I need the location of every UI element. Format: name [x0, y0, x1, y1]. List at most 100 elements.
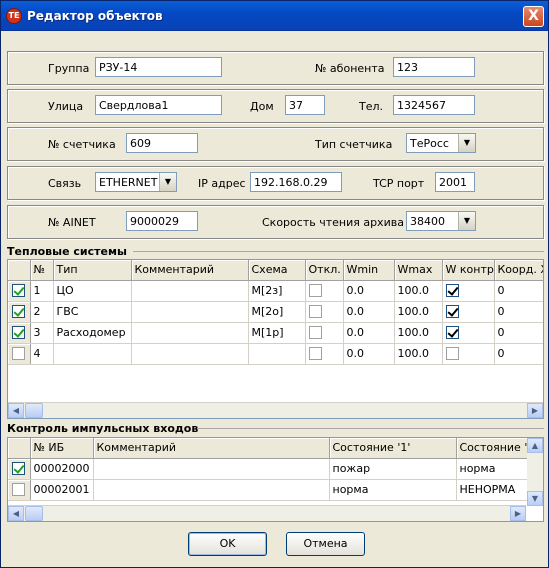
- row-select-cell[interactable]: [8, 458, 31, 480]
- table-row[interactable]: 00002001 норма НЕНОРМА: [8, 479, 529, 501]
- row-select-cell[interactable]: [8, 301, 31, 323]
- wmax-cell[interactable]: 100.0: [394, 280, 443, 302]
- scheme-cell[interactable]: M[1р]: [248, 322, 306, 344]
- scroll-left-icon[interactable]: ◀: [8, 403, 24, 418]
- wmin-cell[interactable]: 0.0: [343, 322, 395, 344]
- row-select-checkbox[interactable]: [12, 462, 26, 476]
- scroll-up-icon[interactable]: ▲: [527, 438, 543, 453]
- column-header[interactable]: Состояние '0': [456, 438, 529, 459]
- column-header[interactable]: Комментарий: [93, 438, 330, 459]
- coord-cell[interactable]: 0: [494, 280, 543, 302]
- scroll-down-icon[interactable]: ▼: [527, 491, 543, 506]
- chevron-down-icon[interactable]: ▼: [159, 173, 176, 191]
- street-input[interactable]: Свердлова1: [95, 95, 222, 115]
- table-row[interactable]: 2 ГВС M[2о] 0.0 100.0 0: [8, 301, 543, 323]
- chevron-down-icon[interactable]: ▼: [458, 212, 475, 230]
- type-cell[interactable]: ГВС: [53, 301, 132, 323]
- title-bar[interactable]: TE Редактор объектов X: [1, 1, 548, 31]
- row-select-checkbox[interactable]: [12, 347, 26, 361]
- off-cell[interactable]: [305, 343, 344, 365]
- wctrl-cell[interactable]: [442, 280, 495, 302]
- ok-button[interactable]: OK: [188, 532, 267, 556]
- scroll-left-icon[interactable]: ◀: [8, 506, 24, 521]
- chevron-down-icon[interactable]: ▼: [458, 134, 475, 152]
- comment-cell[interactable]: [93, 479, 330, 501]
- wmin-cell[interactable]: 0.0: [343, 280, 395, 302]
- state1-cell[interactable]: норма: [329, 479, 457, 501]
- state0-cell[interactable]: норма: [456, 458, 529, 480]
- comment-cell[interactable]: [131, 343, 249, 365]
- heat-horizontal-scrollbar[interactable]: ◀ ▶: [8, 402, 543, 418]
- row-select-cell[interactable]: [8, 280, 31, 302]
- coord-cell[interactable]: 0: [494, 322, 543, 344]
- wmax-cell[interactable]: 100.0: [394, 322, 443, 344]
- comment-cell[interactable]: [131, 280, 249, 302]
- column-header[interactable]: Коорд. X: [494, 260, 543, 281]
- off-checkbox[interactable]: [308, 326, 322, 340]
- column-header[interactable]: Схема: [248, 260, 306, 281]
- comment-cell[interactable]: [93, 458, 330, 480]
- pulse-horizontal-scrollbar[interactable]: ◀ ▶: [8, 505, 526, 521]
- state1-cell[interactable]: пожар: [329, 458, 457, 480]
- scroll-thumb[interactable]: [25, 506, 43, 521]
- coord-cell[interactable]: 0: [494, 343, 543, 365]
- scroll-right-icon[interactable]: ▶: [510, 506, 526, 521]
- wctrl-checkbox[interactable]: [445, 326, 459, 340]
- table-row[interactable]: 3 Расходомер M[1р] 0.0 100.0 0: [8, 322, 543, 344]
- column-header[interactable]: W контр.: [442, 260, 495, 281]
- heat-systems-grid[interactable]: № Тип Комментарий Схема Откл. Wmin Wmax …: [7, 259, 544, 419]
- wmin-cell[interactable]: 0.0: [343, 301, 395, 323]
- wctrl-cell[interactable]: [442, 322, 495, 344]
- wctrl-checkbox[interactable]: [445, 347, 459, 361]
- off-cell[interactable]: [305, 280, 344, 302]
- meter-number-input[interactable]: 609: [126, 133, 198, 153]
- ainet-input[interactable]: 9000029: [126, 211, 198, 231]
- ip-input[interactable]: 192.168.0.29: [250, 172, 342, 192]
- column-header[interactable]: Комментарий: [131, 260, 249, 281]
- wctrl-checkbox[interactable]: [445, 284, 459, 298]
- row-select-cell[interactable]: [8, 322, 31, 344]
- column-header[interactable]: Откл.: [305, 260, 344, 281]
- off-checkbox[interactable]: [308, 284, 322, 298]
- wctrl-checkbox[interactable]: [445, 305, 459, 319]
- column-header[interactable]: Состояние '1': [329, 438, 457, 459]
- row-select-checkbox[interactable]: [12, 326, 26, 340]
- off-cell[interactable]: [305, 322, 344, 344]
- wctrl-cell[interactable]: [442, 301, 495, 323]
- table-row[interactable]: 4 0.0 100.0 0: [8, 343, 543, 365]
- scroll-right-icon[interactable]: ▶: [527, 403, 543, 418]
- group-input[interactable]: РЗУ-14: [95, 57, 222, 77]
- column-header[interactable]: Wmin: [343, 260, 395, 281]
- row-select-checkbox[interactable]: [12, 284, 26, 298]
- archive-speed-select[interactable]: 38400 ▼: [406, 211, 476, 231]
- column-header[interactable]: Wmax: [394, 260, 443, 281]
- subscriber-input[interactable]: 123: [393, 57, 475, 77]
- comment-cell[interactable]: [131, 322, 249, 344]
- wmax-cell[interactable]: 100.0: [394, 301, 443, 323]
- scheme-cell[interactable]: M[2з]: [248, 280, 306, 302]
- pulse-vertical-scrollbar[interactable]: ▲ ▼: [527, 438, 543, 506]
- coord-cell[interactable]: 0: [494, 301, 543, 323]
- off-checkbox[interactable]: [308, 305, 322, 319]
- meter-type-select[interactable]: ТеРосс ▼: [406, 133, 476, 153]
- house-input[interactable]: 37: [285, 95, 325, 115]
- tcp-port-input[interactable]: 2001: [435, 172, 475, 192]
- row-select-cell[interactable]: [8, 479, 31, 501]
- cancel-button[interactable]: Отмена: [286, 532, 365, 556]
- scroll-thumb[interactable]: [25, 403, 43, 418]
- row-select-checkbox[interactable]: [12, 483, 26, 497]
- table-row[interactable]: 1 ЦО M[2з] 0.0 100.0 0: [8, 280, 543, 302]
- row-select-cell[interactable]: [8, 343, 31, 365]
- column-header[interactable]: Тип: [53, 260, 132, 281]
- phone-input[interactable]: 1324567: [393, 95, 475, 115]
- scheme-cell[interactable]: M[2о]: [248, 301, 306, 323]
- type-cell[interactable]: [53, 343, 132, 365]
- wmax-cell[interactable]: 100.0: [394, 343, 443, 365]
- state0-cell[interactable]: НЕНОРМА: [456, 479, 529, 501]
- type-cell[interactable]: ЦО: [53, 280, 132, 302]
- scheme-cell[interactable]: [248, 343, 306, 365]
- table-row[interactable]: 00002000 пожар норма: [8, 458, 529, 480]
- column-header[interactable]: №: [30, 260, 54, 281]
- wmin-cell[interactable]: 0.0: [343, 343, 395, 365]
- wctrl-cell[interactable]: [442, 343, 495, 365]
